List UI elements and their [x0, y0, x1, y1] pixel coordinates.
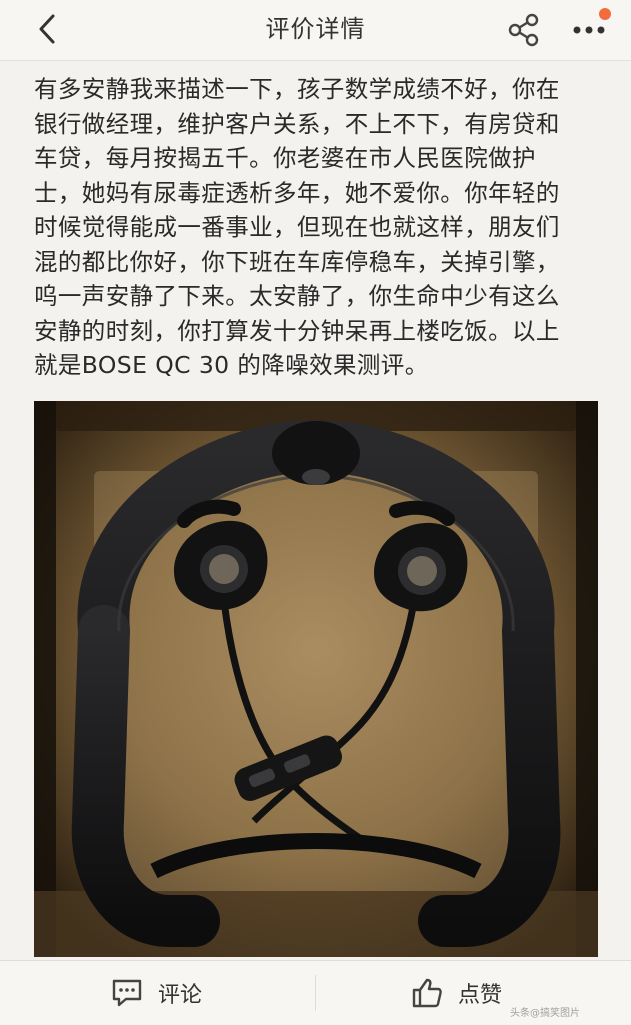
- review-line: 车贷，每月按揭五千。你老婆在市人民医院做护: [34, 144, 536, 172]
- review-line: 混的都比你好，你下班在车库停稳车，关掉引擎，: [34, 247, 560, 276]
- review-line: 安静的时刻，你打算发十分钟呆再上楼吃饭。以上: [34, 316, 560, 345]
- like-button[interactable]: 点赞: [410, 961, 502, 1025]
- like-label: 点赞: [458, 983, 503, 1008]
- watermark: 头条@搞笑图片: [510, 1008, 580, 1019]
- divider: [315, 975, 316, 1011]
- review-body: 有多安静我来描述一下，孩子数学成绩不好，你在 银行做经理，维护客户关系，不上不下…: [34, 72, 594, 383]
- share-button[interactable]: [504, 10, 544, 50]
- top-nav-bar: 评价详情: [0, 0, 631, 61]
- thumbs-up-icon: [412, 978, 442, 1008]
- review-line: 士，她妈有尿毒症透析多年，她不爱你。你年轻的: [34, 178, 560, 207]
- comment-label: 评论: [158, 983, 203, 1008]
- review-line: 有多安静我来描述一下，孩子数学成绩不好，你在: [34, 75, 560, 103]
- review-line: 银行做经理，维护客户关系，不上不下，有房贷和: [34, 109, 560, 138]
- comment-button[interactable]: 评论: [110, 961, 202, 1025]
- review-line: 就是BOSE QC 30 的降噪效果测评。: [34, 351, 429, 379]
- review-line: 时候觉得能成一番事业，但现在也就这样，朋友们: [34, 213, 560, 241]
- earphones-image: [34, 401, 598, 957]
- product-photo[interactable]: [34, 401, 598, 957]
- notification-badge: [599, 8, 611, 20]
- more-dots-icon: [573, 26, 605, 34]
- review-line: 呜一声安静了下来。太安静了，你生命中少有这么: [34, 282, 560, 310]
- share-icon: [508, 13, 539, 47]
- comment-icon: [112, 979, 142, 1007]
